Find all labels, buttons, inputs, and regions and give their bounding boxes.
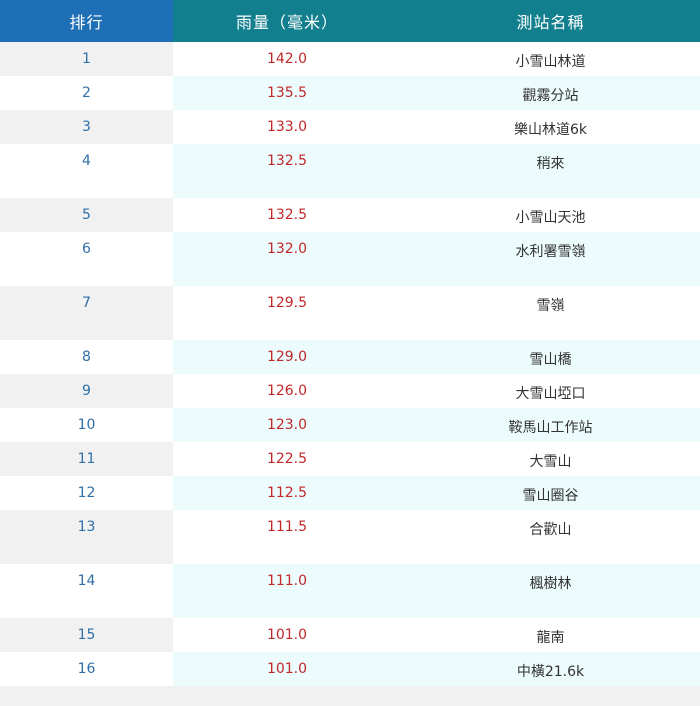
table-row: 3 133.0 樂山林道6k xyxy=(0,110,700,144)
table-row: 2 135.5 觀霧分站 xyxy=(0,76,700,110)
table-row: 1 142.0 小雪山林道 xyxy=(0,42,700,76)
rank-cell: 4 xyxy=(0,144,173,198)
table-row: 6 132.0 水利署雪嶺 xyxy=(0,232,700,286)
station-cell: 稍來 xyxy=(401,144,700,198)
header-rainfall[interactable]: 雨量（毫米） xyxy=(173,0,401,42)
rank-cell: 15 xyxy=(0,618,173,652)
station-cell: 觀霧分站 xyxy=(401,76,700,110)
station-cell: 龍南 xyxy=(401,618,700,652)
table-row-partial xyxy=(0,686,700,706)
table-row: 15 101.0 龍南 xyxy=(0,618,700,652)
rainfall-cell xyxy=(173,686,401,706)
rainfall-cell: 123.0 xyxy=(173,408,401,442)
rank-cell: 14 xyxy=(0,564,173,618)
station-cell: 楓樹林 xyxy=(401,564,700,618)
rainfall-cell: 101.0 xyxy=(173,618,401,652)
station-cell: 雪山橋 xyxy=(401,340,700,374)
station-cell: 小雪山林道 xyxy=(401,42,700,76)
table-row: 9 126.0 大雪山埡口 xyxy=(0,374,700,408)
rank-cell: 2 xyxy=(0,76,173,110)
rank-cell: 9 xyxy=(0,374,173,408)
table-row: 8 129.0 雪山橋 xyxy=(0,340,700,374)
table-row: 16 101.0 中橫21.6k xyxy=(0,652,700,686)
rank-cell: 3 xyxy=(0,110,173,144)
table-row: 13 111.5 合歡山 xyxy=(0,510,700,564)
rainfall-cell: 132.0 xyxy=(173,232,401,286)
rank-cell: 8 xyxy=(0,340,173,374)
rainfall-cell: 142.0 xyxy=(173,42,401,76)
station-cell: 樂山林道6k xyxy=(401,110,700,144)
rainfall-cell: 126.0 xyxy=(173,374,401,408)
table-body: 1 142.0 小雪山林道 2 135.5 觀霧分站 3 133.0 樂山林道6… xyxy=(0,42,700,706)
table-row: 10 123.0 鞍馬山工作站 xyxy=(0,408,700,442)
rank-cell: 1 xyxy=(0,42,173,76)
station-cell: 大雪山 xyxy=(401,442,700,476)
table-row: 14 111.0 楓樹林 xyxy=(0,564,700,618)
rank-cell: 11 xyxy=(0,442,173,476)
rainfall-cell: 132.5 xyxy=(173,198,401,232)
table-header: 排行 雨量（毫米） 測站名稱 xyxy=(0,0,700,42)
table-row: 7 129.5 雪嶺 xyxy=(0,286,700,340)
rank-cell: 13 xyxy=(0,510,173,564)
station-cell: 雪嶺 xyxy=(401,286,700,340)
rainfall-cell: 101.0 xyxy=(173,652,401,686)
rainfall-cell: 111.5 xyxy=(173,510,401,564)
header-station[interactable]: 測站名稱 xyxy=(401,0,700,42)
rank-cell xyxy=(0,686,173,706)
rainfall-cell: 112.5 xyxy=(173,476,401,510)
rank-cell: 12 xyxy=(0,476,173,510)
station-cell xyxy=(401,686,700,706)
rank-cell: 16 xyxy=(0,652,173,686)
table-row: 4 132.5 稍來 xyxy=(0,144,700,198)
station-cell: 雪山圈谷 xyxy=(401,476,700,510)
rank-cell: 7 xyxy=(0,286,173,340)
station-cell: 小雪山天池 xyxy=(401,198,700,232)
table-row: 12 112.5 雪山圈谷 xyxy=(0,476,700,510)
table-row: 11 122.5 大雪山 xyxy=(0,442,700,476)
rainfall-cell: 135.5 xyxy=(173,76,401,110)
rank-cell: 10 xyxy=(0,408,173,442)
rainfall-ranking-table: 排行 雨量（毫米） 測站名稱 1 142.0 小雪山林道 2 135.5 觀霧分… xyxy=(0,0,700,706)
station-cell: 大雪山埡口 xyxy=(401,374,700,408)
rainfall-cell: 132.5 xyxy=(173,144,401,198)
station-cell: 水利署雪嶺 xyxy=(401,232,700,286)
rainfall-cell: 129.5 xyxy=(173,286,401,340)
rank-cell: 6 xyxy=(0,232,173,286)
station-cell: 中橫21.6k xyxy=(401,652,700,686)
station-cell: 鞍馬山工作站 xyxy=(401,408,700,442)
rainfall-cell: 122.5 xyxy=(173,442,401,476)
rank-cell: 5 xyxy=(0,198,173,232)
rainfall-cell: 111.0 xyxy=(173,564,401,618)
rainfall-cell: 129.0 xyxy=(173,340,401,374)
header-rank[interactable]: 排行 xyxy=(0,0,173,42)
table-row: 5 132.5 小雪山天池 xyxy=(0,198,700,232)
station-cell: 合歡山 xyxy=(401,510,700,564)
rainfall-cell: 133.0 xyxy=(173,110,401,144)
